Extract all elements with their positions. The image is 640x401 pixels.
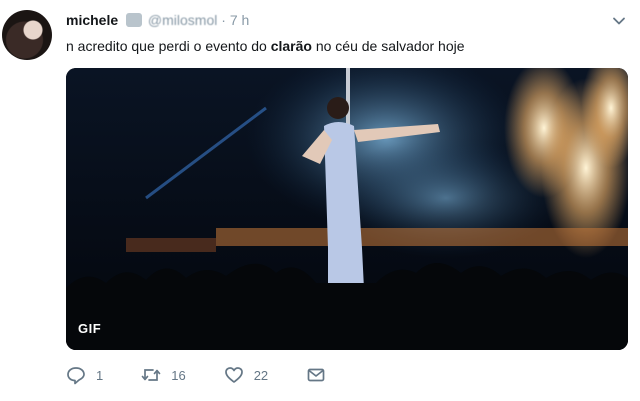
tweet-header: michele @milosmol · 7 h bbox=[66, 12, 249, 28]
direct-message-button[interactable] bbox=[306, 365, 336, 385]
tweet-actions: 1 16 22 bbox=[66, 364, 374, 386]
retweet-button[interactable]: 16 bbox=[141, 365, 186, 385]
tweet-text-part: n acredito que perdi o evento do bbox=[66, 38, 271, 54]
reply-icon bbox=[67, 367, 85, 385]
envelope-icon bbox=[307, 368, 325, 382]
like-button[interactable]: 22 bbox=[224, 365, 268, 385]
badge-icon bbox=[126, 13, 143, 27]
author-handle[interactable]: @milosmol bbox=[148, 12, 217, 28]
separator: · bbox=[221, 12, 226, 28]
retweet-icon bbox=[141, 369, 161, 381]
retweet-count: 16 bbox=[171, 367, 186, 383]
chevron-down-icon[interactable] bbox=[612, 14, 626, 28]
avatar[interactable] bbox=[2, 10, 52, 60]
concert-image bbox=[66, 68, 628, 350]
reply-count: 1 bbox=[96, 367, 104, 383]
gif-badge: GIF bbox=[78, 321, 102, 336]
like-count: 22 bbox=[253, 367, 269, 383]
reply-button[interactable]: 1 bbox=[66, 365, 103, 385]
tweet-text-bold: clarão bbox=[270, 38, 312, 54]
heart-icon bbox=[224, 367, 243, 383]
author-name[interactable]: michele bbox=[66, 12, 118, 28]
tweet-text-part: no céu de salvador hoje bbox=[311, 38, 465, 54]
gif-media[interactable]: GIF bbox=[66, 68, 628, 350]
tweet-text: n acredito que perdi o evento do clarão … bbox=[66, 38, 465, 54]
timestamp[interactable]: 7 h bbox=[230, 12, 249, 28]
